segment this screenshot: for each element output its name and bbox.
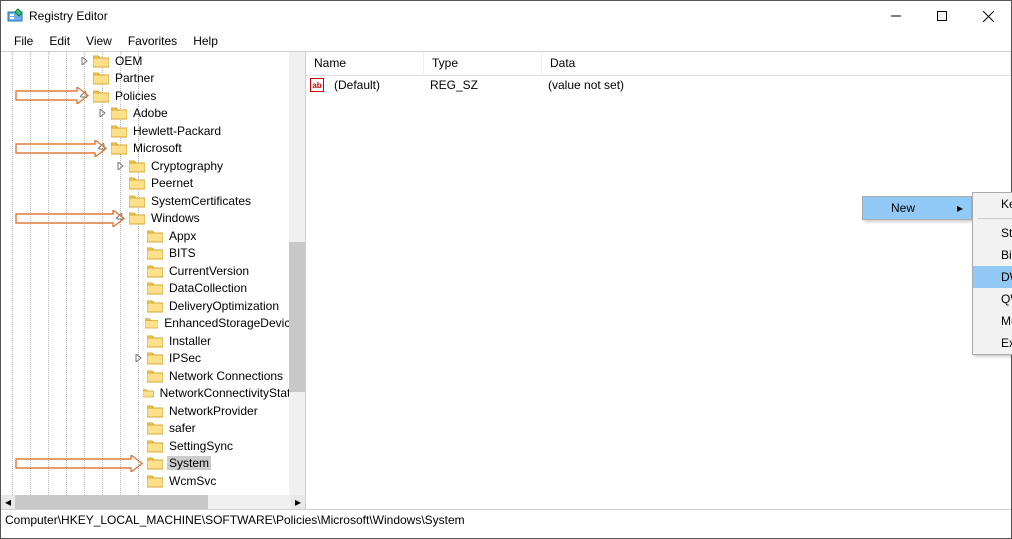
tree-item-label: Hewlett-Packard xyxy=(131,124,223,138)
menu-favorites[interactable]: Favorites xyxy=(121,32,184,50)
column-data[interactable]: Data xyxy=(542,52,1011,75)
tree-item-label: safer xyxy=(167,421,198,435)
tree-item[interactable]: Adobe xyxy=(1,105,305,123)
context-menu-item[interactable]: DWORD (32-bit) Value xyxy=(973,266,1012,288)
context-menu-item[interactable]: QWORD (64-bit) Value xyxy=(973,288,1012,310)
tree-item-label: EnhancedStorageDevices xyxy=(162,316,305,330)
window-controls xyxy=(873,1,1011,31)
menu-edit[interactable]: Edit xyxy=(42,32,77,50)
tree-item-label: NetworkProvider xyxy=(167,404,260,418)
tree-item-label: DeliveryOptimization xyxy=(167,299,281,313)
tree-item[interactable]: Partner xyxy=(1,70,305,88)
titlebar: Registry Editor xyxy=(1,1,1011,31)
column-type[interactable]: Type xyxy=(424,52,542,75)
expander-icon[interactable] xyxy=(115,160,127,172)
statusbar: Computer\HKEY_LOCAL_MACHINE\SOFTWARE\Pol… xyxy=(1,509,1011,531)
expander-icon[interactable] xyxy=(97,107,109,119)
tree-item[interactable]: NetworkProvider xyxy=(1,402,305,420)
list-header: Name Type Data xyxy=(306,52,1011,76)
tree-item-label: Network Connections xyxy=(167,369,285,383)
tree-item[interactable]: OEM xyxy=(1,52,305,70)
tree-item-label: Microsoft xyxy=(131,141,184,155)
tree-item-label: IPSec xyxy=(167,351,203,365)
tree-item[interactable]: BITS xyxy=(1,245,305,263)
context-menu-item[interactable]: Key xyxy=(973,193,1012,215)
menu-view[interactable]: View xyxy=(79,32,119,50)
context-menu-label: New xyxy=(891,201,915,215)
tree-item[interactable]: SystemCertificates xyxy=(1,192,305,210)
tree-pane: OEM Partner Policies Adobe Hewlett-Packard Mi… xyxy=(1,52,306,509)
tree-item-label: OEM xyxy=(113,54,144,68)
tree-item-label: SettingSync xyxy=(167,439,235,453)
tree-item[interactable]: safer xyxy=(1,420,305,438)
tree-item[interactable]: SettingSync xyxy=(1,437,305,455)
menu-help[interactable]: Help xyxy=(186,32,225,50)
tree-item[interactable]: Cryptography xyxy=(1,157,305,175)
list-body[interactable]: ab(Default)REG_SZ(value not set) xyxy=(306,76,1011,94)
annotation-arrow xyxy=(15,87,89,107)
context-menu-item-new[interactable]: New ▸ xyxy=(863,197,971,219)
tree[interactable]: OEM Partner Policies Adobe Hewlett-Packard Mi… xyxy=(1,52,305,490)
tree-vertical-scrollbar[interactable] xyxy=(289,52,305,495)
tree-item-label: Installer xyxy=(167,334,213,348)
minimize-button[interactable] xyxy=(873,1,919,31)
tree-item-label: BITS xyxy=(167,246,198,260)
tree-item[interactable]: EnhancedStorageDevices xyxy=(1,315,305,333)
cell-name: (Default) xyxy=(326,78,422,92)
menubar: FileEditViewFavoritesHelp xyxy=(1,31,1011,51)
list-pane: Name Type Data ab(Default)REG_SZ(value n… xyxy=(306,52,1011,509)
tree-item[interactable]: NetworkConnectivityStatus xyxy=(1,385,305,403)
column-name[interactable]: Name xyxy=(306,52,424,75)
tree-item-label: Windows xyxy=(149,211,202,225)
tree-item[interactable]: IPSec xyxy=(1,350,305,368)
tree-item-label: Adobe xyxy=(131,106,170,120)
menu-file[interactable]: File xyxy=(7,32,40,50)
submenu-arrow-icon: ▸ xyxy=(957,201,963,215)
tree-item-label: DataCollection xyxy=(167,281,249,295)
tree-item-label: Peernet xyxy=(149,176,195,190)
context-submenu-new: Key String ValueBinary ValueDWORD (32-bit… xyxy=(972,192,1012,355)
tree-item-label: System xyxy=(167,456,211,470)
expander-icon[interactable] xyxy=(133,352,145,364)
content-area: OEM Partner Policies Adobe Hewlett-Packard Mi… xyxy=(1,51,1011,509)
annotation-arrow xyxy=(15,140,107,160)
tree-item-label: Cryptography xyxy=(149,159,225,173)
regedit-icon xyxy=(7,8,23,24)
annotation-arrow xyxy=(15,210,125,230)
scroll-right-icon[interactable]: ▸ xyxy=(291,495,305,509)
tree-item[interactable]: Peernet xyxy=(1,175,305,193)
cell-data: (value not set) xyxy=(540,78,1011,92)
tree-item-label: NetworkConnectivityStatus xyxy=(158,386,305,400)
tree-item-label: Appx xyxy=(167,229,198,243)
tree-item-label: Policies xyxy=(113,89,158,103)
tree-item-label: CurrentVersion xyxy=(167,264,251,278)
window-title: Registry Editor xyxy=(29,9,108,23)
expander-icon[interactable] xyxy=(79,55,91,67)
annotation-arrow xyxy=(15,455,143,475)
close-button[interactable] xyxy=(965,1,1011,31)
tree-item[interactable]: Hewlett-Packard xyxy=(1,122,305,140)
tree-item-label: WcmSvc xyxy=(167,474,218,488)
tree-item[interactable]: CurrentVersion xyxy=(1,262,305,280)
cell-type: REG_SZ xyxy=(422,78,540,92)
string-value-icon: ab xyxy=(310,78,324,92)
context-menu-item[interactable]: Multi-String Value xyxy=(973,310,1012,332)
tree-item[interactable]: Network Connections xyxy=(1,367,305,385)
tree-horizontal-scrollbar[interactable]: ◂ ▸ xyxy=(1,495,305,509)
maximize-button[interactable] xyxy=(919,1,965,31)
context-menu-item[interactable]: String Value xyxy=(973,222,1012,244)
scroll-left-icon[interactable]: ◂ xyxy=(1,495,15,509)
tree-item[interactable]: WcmSvc xyxy=(1,472,305,490)
tree-item[interactable]: DeliveryOptimization xyxy=(1,297,305,315)
tree-item-label: Partner xyxy=(113,71,156,85)
context-menu-item[interactable]: Binary Value xyxy=(973,244,1012,266)
tree-item[interactable]: Installer xyxy=(1,332,305,350)
context-menu: New ▸ xyxy=(862,196,972,220)
context-menu-item[interactable]: Expandable String Value xyxy=(973,332,1012,354)
tree-item-label: SystemCertificates xyxy=(149,194,253,208)
list-row[interactable]: ab(Default)REG_SZ(value not set) xyxy=(306,76,1011,94)
tree-item[interactable]: DataCollection xyxy=(1,280,305,298)
tree-item[interactable]: Appx xyxy=(1,227,305,245)
